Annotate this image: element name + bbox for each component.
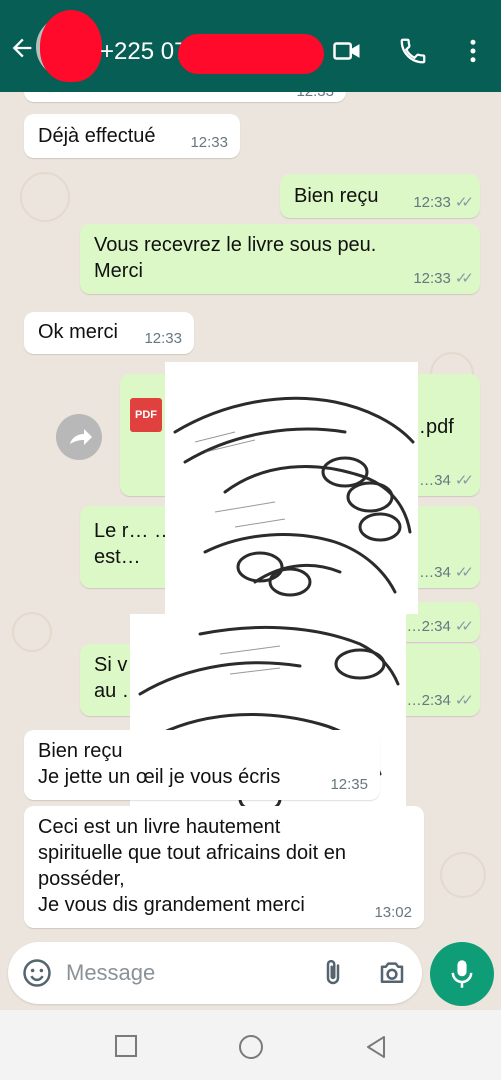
message-time: 12:33 [296,92,334,100]
message-input-field[interactable]: Message [8,942,422,1004]
video-call-icon[interactable] [332,36,362,66]
message-time: 13:02 [374,904,412,921]
message-text: Bien reçu Je jette un œil je vous écris [38,740,281,788]
message-bubble-outgoing[interactable]: Vous recevrez le livre sous peu. Merci 1… [80,224,480,294]
handshake-illustration [173,396,415,597]
message-text: Déjà effectué [38,125,156,147]
emoji-icon[interactable] [22,958,52,988]
forward-button[interactable] [56,414,102,460]
forward-icon [70,429,92,445]
redaction-mark [40,10,102,82]
wallpaper-doodle [20,172,70,222]
message-time: …2:34 ✓✓ [406,692,474,709]
redaction-mark [178,34,324,74]
home-icon[interactable] [238,1034,264,1060]
attachment-icon[interactable] [318,958,348,988]
wallpaper-doodle [12,612,52,652]
chat-header: +225 07 [0,0,501,92]
message-bubble-incoming[interactable]: Ceci est un livre hautement spirituelle … [24,806,424,928]
wallpaper-doodle [440,852,486,898]
message-time: 12:33 ✓✓ [413,270,474,287]
chat-messages[interactable]: 12:33 Déjà effectué 12:33 Bien reçu 12:3… [0,92,501,942]
message-text: Ceci est un livre hautement spirituelle … [38,816,346,916]
voice-record-button[interactable] [430,942,494,1006]
read-receipt-icon: ✓✓ [454,270,474,287]
recent-apps-icon[interactable] [114,1034,138,1058]
message-input-placeholder: Message [66,960,156,985]
pdf-file-icon: PDF [130,398,162,432]
message-text: Ok merci [38,321,118,343]
message-time: 12:33 [190,134,228,151]
system-navigation-bar [0,1010,501,1080]
read-receipt-icon: ✓✓ [454,194,474,211]
message-time: 12:33 ✓✓ [413,194,474,211]
contact-phone-number[interactable]: +225 07 [100,38,187,66]
handshake-overlay-image [130,614,406,834]
read-receipt-icon: ✓✓ [454,472,474,489]
read-receipt-icon: ✓✓ [454,618,474,635]
message-time: 12:33 [144,330,182,347]
message-composer: Message [0,942,501,1010]
message-bubble-partial[interactable]: 12:33 [24,92,346,102]
read-receipt-icon: ✓✓ [454,692,474,709]
camera-icon[interactable] [376,958,408,988]
voice-call-icon[interactable] [398,36,428,66]
message-bubble-outgoing[interactable]: Bien reçu 12:33 ✓✓ [280,174,480,218]
read-receipt-icon: ✓✓ [454,564,474,581]
handshake-overlay-image [165,362,418,614]
message-time: …34 ✓✓ [419,564,474,581]
back-nav-icon[interactable] [364,1034,388,1060]
message-time: …2:34 ✓✓ [406,618,474,635]
handshake-illustration [138,625,400,814]
message-time: …34 ✓✓ [419,472,474,489]
more-options-icon[interactable] [458,36,488,66]
microphone-icon [451,960,473,988]
message-bubble-incoming[interactable]: Bien reçu Je jette un œil je vous écris … [24,730,380,800]
message-bubble-incoming[interactable]: Déjà effectué 12:33 [24,114,240,158]
back-arrow-icon[interactable] [8,34,36,62]
message-text: Bien reçu [294,185,379,207]
message-time: 12:35 [330,776,368,793]
message-bubble-incoming[interactable]: Ok merci 12:33 [24,312,194,354]
message-text: Vous recevrez le livre sous peu. Merci [94,234,377,282]
